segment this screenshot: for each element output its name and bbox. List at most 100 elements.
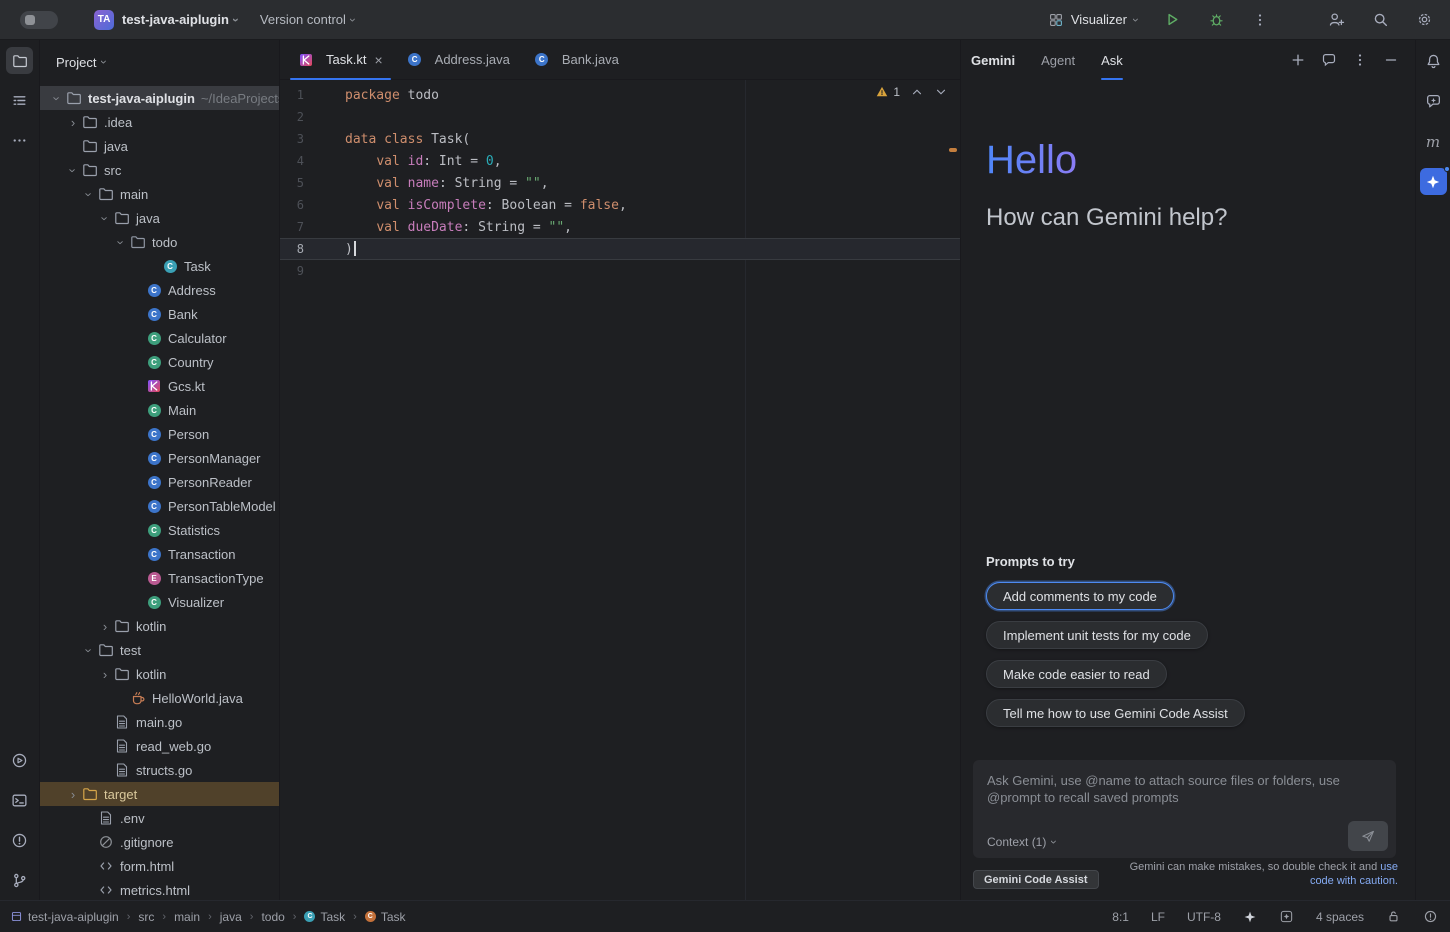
more-actions-icon[interactable] bbox=[1248, 8, 1272, 32]
close-icon[interactable]: × bbox=[374, 52, 382, 68]
gemini-tab-agent[interactable]: Agent bbox=[1041, 40, 1075, 80]
tree-item-kotlin[interactable]: ›kotlin bbox=[40, 614, 279, 638]
problems-icon[interactable] bbox=[6, 827, 33, 854]
tree-item-task[interactable]: CTask bbox=[40, 254, 279, 278]
unlock-icon[interactable] bbox=[1386, 909, 1401, 924]
editor-content[interactable]: 1package todo23data class Task(4 val id:… bbox=[280, 80, 960, 900]
tree-item-visualizer[interactable]: CVisualizer bbox=[40, 590, 279, 614]
tree-item-src[interactable]: ›src bbox=[40, 158, 279, 182]
tree-item-statistics[interactable]: CStatistics bbox=[40, 518, 279, 542]
tree-item-env[interactable]: .env bbox=[40, 806, 279, 830]
warning-icon[interactable]: 1 bbox=[875, 85, 900, 99]
chevron-expanded-icon[interactable]: › bbox=[98, 209, 113, 227]
gemini-chat-icon[interactable] bbox=[1420, 88, 1447, 115]
previous-problem-icon[interactable] bbox=[910, 85, 924, 99]
tree-item-test-java-aiplugin[interactable]: ›test-java-aiplugin~/IdeaProjects bbox=[40, 86, 279, 110]
tree-item-transaction[interactable]: CTransaction bbox=[40, 542, 279, 566]
more-icon[interactable] bbox=[6, 127, 33, 154]
tree-item-personmanager[interactable]: CPersonManager bbox=[40, 446, 279, 470]
tree-item-test[interactable]: ›test bbox=[40, 638, 279, 662]
code-line-2[interactable]: 2 bbox=[280, 106, 960, 128]
project-widget[interactable]: test-java-aiplugin › bbox=[122, 12, 238, 27]
tree-item-structs-go[interactable]: structs.go bbox=[40, 758, 279, 782]
project-panel-header[interactable]: Project › bbox=[40, 40, 279, 84]
gemini-tab-gemini[interactable]: Gemini bbox=[971, 40, 1015, 80]
gemini-spark-icon[interactable] bbox=[1243, 910, 1257, 924]
debug-button[interactable] bbox=[1204, 8, 1228, 32]
chevron-collapsed-icon[interactable]: › bbox=[96, 619, 114, 634]
code-assist-status-icon[interactable] bbox=[1279, 909, 1294, 924]
gemini-input[interactable]: Ask Gemini, use @name to attach source f… bbox=[973, 760, 1396, 858]
tree-item-bank[interactable]: CBank bbox=[40, 302, 279, 326]
project-icon[interactable] bbox=[6, 47, 33, 74]
chevron-expanded-icon[interactable]: › bbox=[66, 161, 81, 179]
chevron-expanded-icon[interactable]: › bbox=[82, 185, 97, 203]
breadcrumb-todo[interactable]: todo bbox=[261, 910, 284, 924]
run-icon[interactable] bbox=[6, 747, 33, 774]
tree-item-gitignore[interactable]: .gitignore bbox=[40, 830, 279, 854]
tree-item-metrics-html[interactable]: metrics.html bbox=[40, 878, 279, 900]
breadcrumb-test-java-aiplugin[interactable]: test-java-aiplugin bbox=[10, 910, 119, 924]
run-configuration-selector[interactable]: Visualizer › bbox=[1048, 12, 1138, 28]
new-chat-icon[interactable] bbox=[1290, 52, 1306, 68]
settings-gear-icon[interactable] bbox=[1412, 8, 1436, 32]
indent-setting[interactable]: 4 spaces bbox=[1316, 910, 1364, 924]
terminal-icon[interactable] bbox=[6, 787, 33, 814]
prompt-chip-implement-unit-tests-for-my-code[interactable]: Implement unit tests for my code bbox=[986, 621, 1208, 649]
run-button[interactable] bbox=[1160, 8, 1184, 32]
breadcrumb-task-6[interactable]: CTask bbox=[365, 910, 406, 924]
maven-icon[interactable]: m bbox=[1420, 128, 1447, 155]
error-notification-icon[interactable] bbox=[1423, 909, 1438, 924]
tree-item-java[interactable]: ›java bbox=[40, 206, 279, 230]
tree-item-helloworld-java[interactable]: HelloWorld.java bbox=[40, 686, 279, 710]
code-line-5[interactable]: 5 val name: String = "", bbox=[280, 172, 960, 194]
add-user-icon[interactable] bbox=[1324, 8, 1348, 32]
scrollbar-warning-mark[interactable] bbox=[949, 148, 957, 152]
code-line-7[interactable]: 7 val dueDate: String = "", bbox=[280, 216, 960, 238]
tree-item-todo[interactable]: ›todo bbox=[40, 230, 279, 254]
context-selector[interactable]: Context (1) › bbox=[987, 835, 1056, 849]
tree-item-personreader[interactable]: CPersonReader bbox=[40, 470, 279, 494]
chevron-expanded-icon[interactable]: › bbox=[50, 89, 65, 107]
chat-history-icon[interactable] bbox=[1321, 52, 1337, 68]
chevron-collapsed-icon[interactable]: › bbox=[96, 667, 114, 682]
tree-item-main[interactable]: CMain bbox=[40, 398, 279, 422]
file-encoding[interactable]: UTF-8 bbox=[1187, 910, 1221, 924]
gemini-code-assist-icon[interactable] bbox=[1420, 168, 1447, 195]
version-control-widget[interactable]: Version control › bbox=[260, 12, 355, 27]
tree-item-kotlin[interactable]: ›kotlin bbox=[40, 662, 279, 686]
chevron-expanded-icon[interactable]: › bbox=[114, 233, 129, 251]
chevron-expanded-icon[interactable]: › bbox=[82, 641, 97, 659]
notifications-icon[interactable] bbox=[1420, 48, 1447, 75]
tree-item-form-html[interactable]: form.html bbox=[40, 854, 279, 878]
breadcrumb-task-5[interactable]: CTask bbox=[304, 910, 345, 924]
tree-item-main-go[interactable]: main.go bbox=[40, 710, 279, 734]
tree-item-read-web-go[interactable]: read_web.go bbox=[40, 734, 279, 758]
tree-item-persontablemodel[interactable]: CPersonTableModel bbox=[40, 494, 279, 518]
prompt-chip-make-code-easier-to-read[interactable]: Make code easier to read bbox=[986, 660, 1167, 688]
line-separator[interactable]: LF bbox=[1151, 910, 1165, 924]
hide-panel-icon[interactable] bbox=[1383, 52, 1399, 68]
tree-item-address[interactable]: CAddress bbox=[40, 278, 279, 302]
structure-icon[interactable] bbox=[6, 87, 33, 114]
tree-item-calculator[interactable]: CCalculator bbox=[40, 326, 279, 350]
tree-item-transactiontype[interactable]: ETransactionType bbox=[40, 566, 279, 590]
editor-tab-task-kt[interactable]: Task.kt× bbox=[286, 40, 395, 80]
next-problem-icon[interactable] bbox=[934, 85, 948, 99]
code-line-6[interactable]: 6 val isComplete: Boolean = false, bbox=[280, 194, 960, 216]
project-avatar[interactable]: TA bbox=[94, 10, 114, 30]
chevron-collapsed-icon[interactable]: › bbox=[64, 115, 82, 130]
kebab-menu-icon[interactable] bbox=[1352, 52, 1368, 68]
tree-item-gcs-kt[interactable]: Gcs.kt bbox=[40, 374, 279, 398]
editor-tab-address-java[interactable]: CAddress.java bbox=[395, 40, 522, 80]
breadcrumb-java[interactable]: java bbox=[220, 910, 242, 924]
prompt-chip-tell-me-how-to-use-gemini-code-assist[interactable]: Tell me how to use Gemini Code Assist bbox=[986, 699, 1245, 727]
chevron-collapsed-icon[interactable]: › bbox=[64, 787, 82, 802]
search-icon[interactable] bbox=[1368, 8, 1392, 32]
window-controls[interactable] bbox=[20, 11, 58, 29]
code-line-8[interactable]: 8) bbox=[280, 238, 960, 260]
editor-tab-bank-java[interactable]: CBank.java bbox=[522, 40, 631, 80]
tree-item-idea[interactable]: ›.idea bbox=[40, 110, 279, 134]
prompt-chip-add-comments-to-my-code[interactable]: Add comments to my code bbox=[986, 582, 1174, 610]
version-control-icon[interactable] bbox=[6, 867, 33, 894]
